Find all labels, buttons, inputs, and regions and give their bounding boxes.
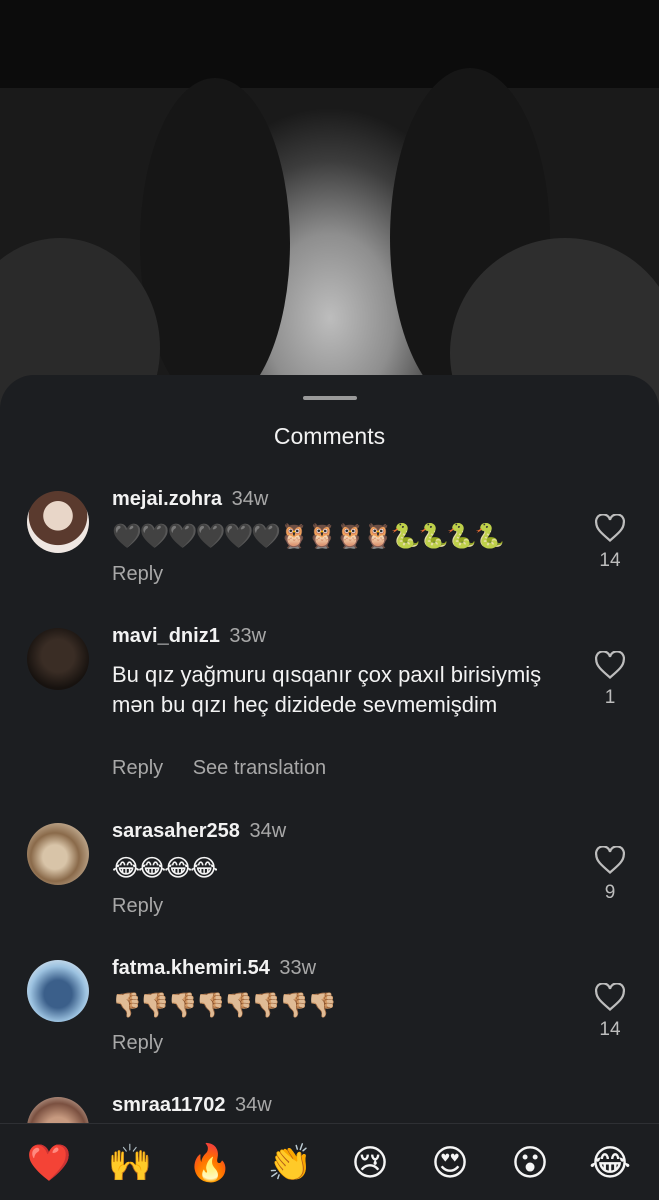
- heart-icon[interactable]: [595, 983, 625, 1011]
- reaction-heart-eyes[interactable]: 😍: [426, 1140, 474, 1188]
- comment-item: fatma.khemiri.54 33w 👎🏼👎🏼👎🏼👎🏼👎🏼👎🏼👎🏼👎🏼 Re…: [0, 957, 659, 1067]
- reply-button[interactable]: Reply: [112, 757, 163, 779]
- comment-text: Bu qız yağmuru qısqanır çox paxıl birisi…: [112, 662, 542, 717]
- username[interactable]: fatma.khemiri.54: [112, 957, 270, 979]
- comment-text: 👎🏼👎🏼👎🏼👎🏼👎🏼👎🏼👎🏼👎🏼: [112, 991, 337, 1019]
- sheet-title: Comments: [273, 423, 386, 449]
- quick-reaction-bar: ❤️ 🙌 🔥 👏 😢 😍 😮 😂: [0, 1123, 659, 1200]
- username[interactable]: sarasaher258: [112, 820, 240, 842]
- comment-header: mavi_dniz1 33w: [112, 625, 266, 648]
- reply-button[interactable]: Reply: [112, 1032, 163, 1054]
- heart-icon[interactable]: [595, 651, 625, 679]
- timestamp: 34w: [249, 820, 287, 842]
- timestamp: 33w: [229, 625, 267, 647]
- username[interactable]: mavi_dniz1: [112, 625, 220, 647]
- reaction-fire[interactable]: 🔥: [186, 1140, 234, 1188]
- timestamp: 33w: [279, 957, 317, 979]
- timestamp: 34w: [235, 1094, 272, 1116]
- timestamp: 34w: [231, 488, 269, 510]
- username[interactable]: mejai.zohra: [112, 488, 222, 510]
- comment-header: mejai.zohra 34w: [112, 488, 268, 511]
- reaction-heart[interactable]: ❤️: [25, 1140, 73, 1188]
- reaction-crying[interactable]: 😢: [346, 1140, 394, 1188]
- like-control: 1: [592, 651, 628, 709]
- avatar[interactable]: [27, 491, 89, 553]
- reaction-raised-hands[interactable]: 🙌: [106, 1140, 154, 1188]
- like-control: 9: [592, 846, 628, 904]
- like-count: 9: [604, 882, 616, 903]
- heart-icon[interactable]: [595, 514, 625, 542]
- comment-header: fatma.khemiri.54 33w: [112, 957, 316, 980]
- portrait-image: [0, 68, 659, 420]
- like-count: 14: [599, 1019, 621, 1040]
- comment-header: smraa11702 34w: [112, 1094, 272, 1117]
- comment-actions: Reply: [112, 1032, 187, 1055]
- like-control: 14: [592, 983, 628, 1041]
- comment-actions: Reply: [112, 895, 187, 918]
- avatar[interactable]: [27, 960, 89, 1022]
- comment-header: sarasaher258 34w: [112, 820, 286, 843]
- comment-item: mavi_dniz1 33w Bu qız yağmuru qısqanır ç…: [0, 625, 659, 795]
- like-count: 1: [604, 687, 616, 708]
- heart-icon[interactable]: [595, 846, 625, 874]
- comment-item: sarasaher258 34w 😂😂😂😂 Reply 9: [0, 820, 659, 930]
- reaction-clap[interactable]: 👏: [266, 1140, 314, 1188]
- avatar[interactable]: [27, 823, 89, 885]
- reply-button[interactable]: Reply: [112, 563, 163, 585]
- drag-handle[interactable]: [303, 396, 357, 400]
- avatar[interactable]: [27, 628, 89, 690]
- top-band: [0, 0, 659, 88]
- like-control: 14: [592, 514, 628, 572]
- reply-button[interactable]: Reply: [112, 895, 163, 917]
- comment-actions: Reply See translation: [112, 757, 350, 780]
- reaction-surprised[interactable]: 😮: [506, 1140, 554, 1188]
- username[interactable]: smraa11702: [112, 1094, 225, 1116]
- like-count: 14: [599, 550, 621, 571]
- comment-text: 😂😂😂😂: [112, 854, 218, 882]
- post-photo: [0, 0, 659, 420]
- comment-text: 🖤🖤🖤🖤🖤🖤🦉🦉🦉🦉🐍🐍🐍🐍: [112, 522, 504, 550]
- see-translation-button[interactable]: See translation: [193, 757, 326, 779]
- comment-actions: Reply: [112, 563, 187, 586]
- comment-item: mejai.zohra 34w 🖤🖤🖤🖤🖤🖤🦉🦉🦉🦉🐍🐍🐍🐍 Reply 14: [0, 488, 659, 598]
- reaction-laughing[interactable]: 😂: [586, 1140, 634, 1188]
